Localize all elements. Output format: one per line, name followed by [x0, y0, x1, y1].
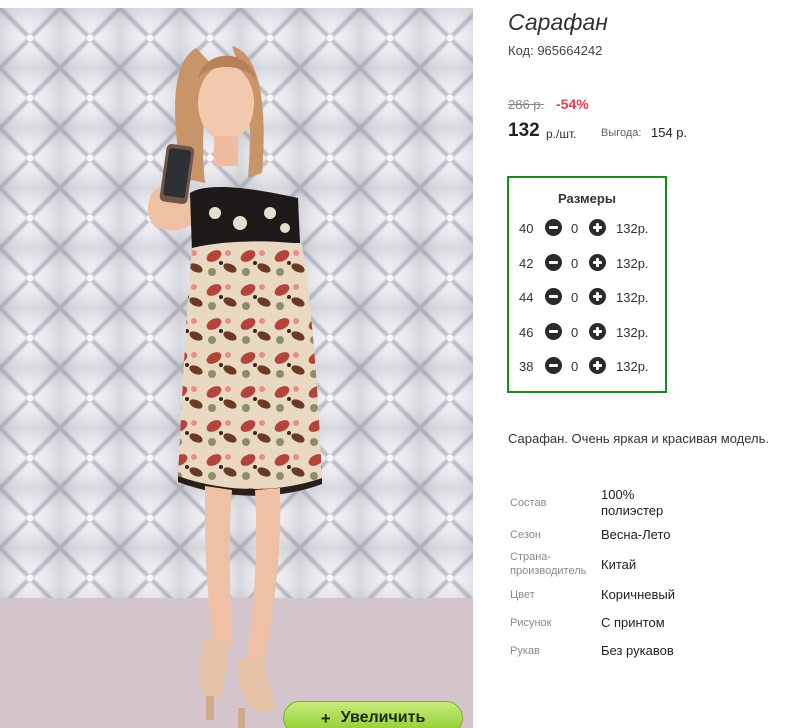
size-price: 132р.	[616, 325, 649, 340]
plus-circle-icon[interactable]	[589, 219, 606, 236]
size-value: 40	[519, 221, 534, 236]
size-value: 44	[519, 290, 534, 305]
current-price: 132	[508, 120, 540, 141]
minus-circle-icon[interactable]	[545, 323, 562, 340]
product-code: Код: 965664242	[508, 43, 603, 58]
discount-badge: -54%	[556, 96, 589, 112]
size-price: 132р.	[616, 256, 649, 271]
plus-circle-icon[interactable]	[589, 357, 606, 374]
property-label: Страна-	[510, 551, 552, 563]
profit-label: Выгода:	[601, 127, 642, 139]
minus-circle-icon[interactable]	[545, 288, 562, 305]
size-quantity: 0	[571, 359, 579, 374]
old-price: 286 р.	[508, 97, 545, 112]
property-value: С принтом	[601, 615, 665, 630]
zoom-button-label: Увеличить	[340, 709, 426, 726]
sizes-panel: Размеры 40 0 132р. 42 0 132р. 44 0 132р.…	[507, 176, 667, 393]
product-title: Сарафан	[508, 9, 608, 35]
size-row: 40 0 132р.	[509, 218, 665, 238]
plus-icon: +	[320, 709, 331, 728]
size-row: 38 0 132р.	[509, 356, 665, 376]
property-value: 100%	[601, 487, 635, 502]
size-row: 44 0 132р.	[509, 287, 665, 307]
zoom-button[interactable]: + Увеличить	[283, 701, 463, 728]
size-price: 132р.	[616, 221, 649, 236]
property-value: Весна-Лето	[601, 527, 671, 542]
plus-circle-icon[interactable]	[589, 254, 606, 271]
size-row: 46 0 132р.	[509, 322, 665, 342]
price-unit: р./шт.	[546, 127, 577, 141]
minus-circle-icon[interactable]	[545, 254, 562, 271]
minus-circle-icon[interactable]	[545, 357, 562, 374]
product-description: Сарафан. Очень яркая и красивая модель.	[508, 431, 770, 446]
property-value: Без рукавов	[601, 643, 674, 658]
property-label: Состав	[510, 497, 547, 509]
property-label: Цвет	[510, 589, 535, 601]
plus-circle-icon[interactable]	[589, 323, 606, 340]
property-label: Рукав	[510, 645, 540, 657]
property-label: Сезон	[510, 529, 541, 541]
size-quantity: 0	[571, 290, 579, 305]
plus-circle-icon[interactable]	[589, 288, 606, 305]
product-photo[interactable]	[0, 8, 473, 728]
size-quantity: 0	[571, 221, 579, 236]
property-value: полиэстер	[601, 503, 664, 518]
size-quantity: 0	[571, 325, 579, 340]
sizes-title: Размеры	[558, 191, 616, 206]
property-value: Коричневый	[601, 587, 675, 602]
property-label: производитель	[510, 565, 587, 577]
size-value: 42	[519, 256, 534, 271]
property-value: Китай	[601, 557, 637, 572]
property-label: Рисунок	[510, 617, 552, 629]
size-value: 38	[519, 359, 534, 374]
size-price: 132р.	[616, 290, 649, 305]
profit-value: 154 р.	[651, 125, 688, 140]
size-price: 132р.	[616, 359, 649, 374]
model-figure	[147, 46, 322, 728]
size-value: 46	[519, 325, 534, 340]
size-quantity: 0	[571, 256, 579, 271]
size-row: 42 0 132р.	[509, 253, 665, 273]
minus-circle-icon[interactable]	[545, 219, 562, 236]
